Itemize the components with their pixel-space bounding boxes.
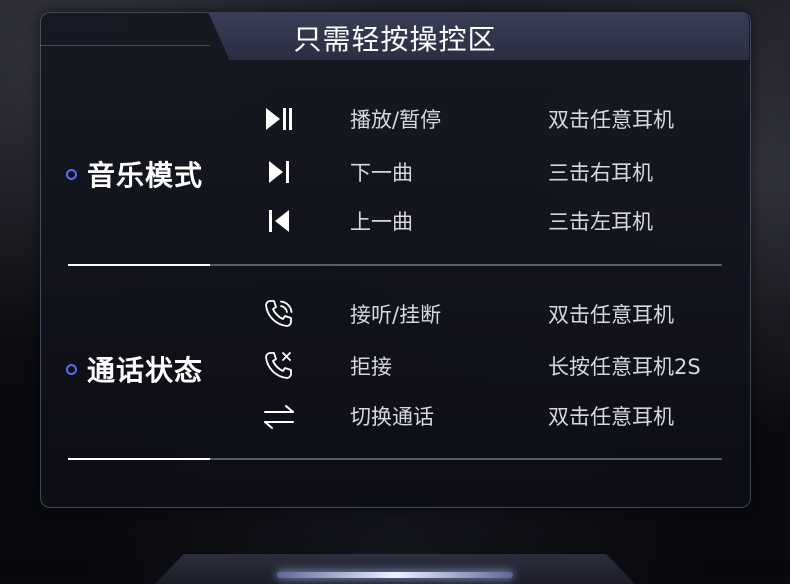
call-status-label: 通话状态 bbox=[87, 354, 204, 387]
bullet-dot-icon bbox=[66, 168, 77, 180]
next-track-icon bbox=[262, 155, 296, 189]
switch-call-icon bbox=[262, 400, 296, 434]
bottom-glow-bar bbox=[277, 572, 513, 578]
next-track-gesture: 三击右耳机 bbox=[548, 161, 653, 185]
answer-call-action: 接听/挂断 bbox=[350, 303, 442, 327]
previous-track-gesture: 三击左耳机 bbox=[548, 210, 653, 234]
control-panel bbox=[40, 12, 751, 508]
switch-call-action: 切换通话 bbox=[350, 405, 434, 429]
music-mode-label: 音乐模式 bbox=[87, 159, 204, 192]
call-status-section: 通话状态 bbox=[66, 349, 203, 389]
previous-track-icon bbox=[262, 204, 296, 238]
reject-call-icon bbox=[262, 349, 296, 383]
title-tab-line bbox=[40, 45, 210, 46]
call-section-divider-highlight bbox=[68, 458, 210, 460]
reject-call-action: 拒接 bbox=[350, 355, 392, 379]
play-pause-icon bbox=[262, 102, 296, 136]
panel-title: 只需轻按操控区 bbox=[293, 23, 497, 56]
switch-call-gesture: 双击任意耳机 bbox=[548, 405, 674, 429]
next-track-action: 下一曲 bbox=[350, 161, 413, 185]
play-pause-action: 播放/暂停 bbox=[350, 108, 442, 132]
answer-call-gesture: 双击任意耳机 bbox=[548, 303, 674, 327]
reject-call-gesture: 长按任意耳机2S bbox=[548, 355, 701, 379]
play-pause-gesture: 双击任意耳机 bbox=[548, 108, 674, 132]
music-section-divider-highlight bbox=[68, 264, 210, 266]
answer-call-icon bbox=[262, 297, 296, 331]
previous-track-action: 上一曲 bbox=[350, 210, 413, 234]
music-mode-section: 音乐模式 bbox=[66, 154, 203, 194]
bullet-dot-icon bbox=[66, 363, 77, 375]
bottom-plate bbox=[155, 554, 635, 584]
